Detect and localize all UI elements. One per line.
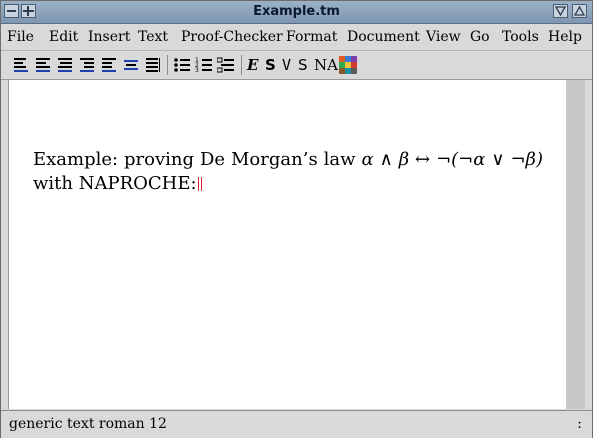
menu-help[interactable]: Help [548, 29, 582, 45]
menu-view[interactable]: View [426, 29, 461, 45]
document-line-2: with NAPROCHE: [33, 172, 553, 196]
name-style-button[interactable]: NA [314, 56, 338, 74]
svg-text:3: 3 [195, 67, 199, 74]
verbatim-button[interactable]: V [282, 56, 291, 74]
menu-format[interactable]: Format [286, 29, 337, 45]
math-formula: α ∧ β ↔ ¬(¬α ∨ ¬β) [361, 149, 543, 170]
document-editor[interactable]: Example: proving De Morgan’s law α ∧ β ↔… [8, 80, 566, 409]
description-list-icon[interactable] [217, 56, 235, 74]
status-bar: generic text roman 12 : [1, 410, 592, 438]
toolbar-separator [241, 55, 242, 75]
text-cursor [197, 177, 202, 191]
triangle-up-icon [573, 5, 586, 16]
status-text: generic text roman 12 [9, 416, 167, 432]
minimize-button[interactable] [553, 4, 568, 18]
strong-button[interactable]: S [265, 56, 276, 74]
align-left-icon[interactable] [13, 56, 29, 74]
emphasize-button[interactable]: E [247, 56, 258, 74]
indent-icon[interactable] [79, 56, 95, 74]
vertical-scrollbar[interactable] [566, 80, 585, 409]
numbered-list-icon[interactable]: 1 2 3 [195, 56, 213, 74]
document-line-1: Example: proving De Morgan’s law α ∧ β ↔… [33, 148, 543, 172]
window-title: Example.tm [253, 4, 340, 19]
toolbar-separator [167, 55, 168, 75]
align-right-icon[interactable] [57, 56, 73, 74]
document-text: Example: proving De Morgan’s law [33, 149, 356, 170]
document-paragraph[interactable]: Example: proving De Morgan’s law α ∧ β ↔… [33, 148, 553, 196]
menu-bar: File Edit Insert Text Proof-Checker Form… [1, 24, 592, 51]
menu-document[interactable]: Document [347, 29, 420, 45]
menu-text[interactable]: Text [138, 29, 168, 45]
justify-icon[interactable] [145, 56, 161, 74]
status-right-text: : [577, 416, 582, 432]
bullet-list-icon[interactable] [173, 56, 191, 74]
toolbar: 1 2 3 E S V S NA [1, 51, 592, 80]
menu-go[interactable]: Go [470, 29, 490, 45]
title-bar[interactable]: Example.tm [1, 1, 592, 24]
triangle-down-icon [554, 6, 567, 17]
align-center-icon[interactable] [35, 56, 51, 74]
menu-file[interactable]: File [7, 29, 34, 45]
color-palette-icon[interactable] [339, 56, 357, 74]
menu-proof-checker[interactable]: Proof-Checker [181, 29, 283, 45]
sans-serif-button[interactable]: S [298, 56, 308, 74]
menu-edit[interactable]: Edit [49, 29, 78, 45]
outdent-icon[interactable] [101, 56, 117, 74]
center-icon[interactable] [123, 56, 139, 74]
menu-tools[interactable]: Tools [502, 29, 539, 45]
maximize-up-button[interactable] [572, 4, 587, 18]
application-window: Example.tm File Edit Insert Text Proof-C… [0, 0, 593, 438]
menu-insert[interactable]: Insert [88, 29, 130, 45]
document-text: with NAPROCHE: [33, 173, 197, 194]
